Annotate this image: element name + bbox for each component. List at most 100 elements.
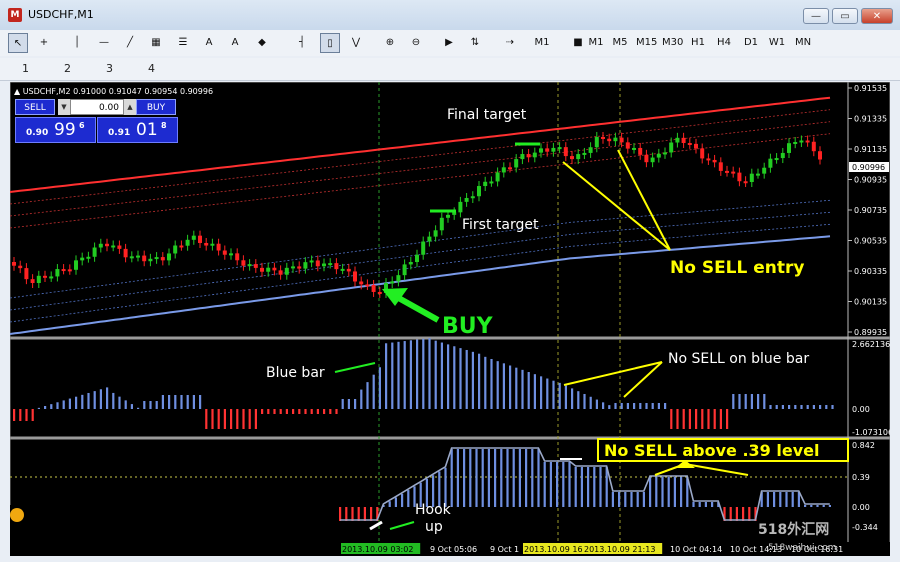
- indicator1-bar: [620, 403, 623, 409]
- toolbar-button-18[interactable]: M1: [532, 33, 552, 53]
- indicator1-bar: [602, 402, 605, 409]
- candle-body: [136, 255, 140, 258]
- price-tick-label: 0.90135: [854, 298, 887, 307]
- toolbar-button-0[interactable]: ↖: [8, 33, 28, 53]
- chart-tab-2[interactable]: 2: [64, 62, 71, 75]
- indicator2-bar: [791, 492, 794, 507]
- close-button[interactable]: ✕: [861, 8, 893, 24]
- toolbar-button-10[interactable]: ┤: [292, 33, 312, 53]
- toolbar-button-14[interactable]: ⊖: [406, 33, 426, 53]
- candle-body: [284, 267, 289, 275]
- candle-body: [805, 140, 810, 143]
- lot-increase-arrow-icon[interactable]: ▲: [124, 99, 136, 115]
- candle-body: [322, 263, 326, 267]
- toolbar-button-2[interactable]: │: [67, 33, 87, 53]
- candle-body: [743, 181, 748, 184]
- toolbar-button-17[interactable]: ⇢: [500, 33, 520, 53]
- indicator1-bar: [564, 385, 567, 409]
- buy-price-button[interactable]: 0.91 01 8: [97, 117, 178, 143]
- candle-body: [390, 281, 395, 284]
- indicator1-bar: [211, 409, 214, 429]
- candle-body: [501, 167, 506, 173]
- toolbar-button-4[interactable]: ╱: [120, 33, 140, 53]
- sell-price-button[interactable]: 0.90 99 6: [15, 117, 96, 143]
- indicator1-bar: [298, 409, 301, 414]
- toolbar-button-6[interactable]: ☰: [173, 33, 193, 53]
- candle-body: [340, 268, 345, 271]
- chart-tab-1[interactable]: 1: [22, 62, 29, 75]
- candle-body: [594, 136, 599, 148]
- toolbar-button-16[interactable]: ⇅: [465, 33, 485, 53]
- lot-size-field[interactable]: 0.00: [70, 99, 124, 115]
- candle-body: [675, 137, 680, 143]
- indicator1-bar: [347, 399, 350, 409]
- indicator2-bar: [500, 449, 503, 507]
- time-axis-label: 2013.10.09 16: [524, 545, 583, 554]
- toolbar-button-11[interactable]: ▯: [320, 33, 340, 53]
- candle-body: [297, 266, 302, 269]
- chart-canvas[interactable]: ▲ USDCHF,M2 0.91000 0.91047 0.90954 0.90…: [10, 82, 890, 556]
- chart-area[interactable]: ▲ USDCHF,M2 0.91000 0.91047 0.90954 0.90…: [10, 82, 890, 556]
- indicator1-bar: [19, 409, 22, 421]
- toolbar-button-28[interactable]: MN: [793, 33, 813, 53]
- toolbar-button-7[interactable]: A: [199, 33, 219, 53]
- indicator2-bar: [611, 492, 614, 507]
- candle-body: [309, 260, 314, 263]
- sell-price-pip: 6: [79, 121, 85, 130]
- time-axis-label: 2013.10.09 03:02: [342, 545, 413, 554]
- minimize-button[interactable]: —: [803, 8, 829, 24]
- buy-price-pip: 8: [161, 121, 167, 130]
- toolbar-button-23[interactable]: M30: [662, 33, 683, 53]
- toolbar-button-20[interactable]: M1: [586, 33, 606, 53]
- toolbar-button-21[interactable]: M5: [610, 33, 630, 53]
- candle-body: [61, 269, 66, 272]
- chart-tab-4[interactable]: 4: [148, 62, 155, 75]
- indicator2-bar: [518, 449, 521, 507]
- toolbar-button-12[interactable]: ⋁: [346, 33, 366, 53]
- candle-body: [663, 152, 667, 155]
- indicator1-bar: [657, 403, 660, 409]
- toolbar-button-3[interactable]: —: [94, 33, 114, 53]
- indicator1-bar: [688, 409, 691, 429]
- indicator1-bar: [478, 353, 481, 409]
- candle-body: [74, 260, 78, 270]
- toolbar-button-1[interactable]: +: [34, 33, 54, 53]
- indicator1-bar: [558, 382, 561, 409]
- indicator1-bar: [515, 367, 518, 409]
- indicator2-bar: [407, 490, 410, 507]
- candle-body: [694, 143, 698, 149]
- toolbar-button-19[interactable]: ■: [568, 33, 588, 53]
- indicator1-bar: [267, 409, 270, 414]
- toolbar-button-9[interactable]: ◆: [252, 33, 272, 53]
- sell-button[interactable]: SELL: [15, 99, 55, 115]
- indicator2-bar: [661, 477, 664, 507]
- candle-body: [12, 262, 16, 266]
- indicator1-bar: [31, 409, 34, 421]
- candle-body: [681, 137, 686, 143]
- toolbar-button-8[interactable]: A: [225, 33, 245, 53]
- toolbar-button-24[interactable]: H1: [688, 33, 708, 53]
- toolbar-button-13[interactable]: ⊕: [380, 33, 400, 53]
- buy-button[interactable]: BUY: [136, 99, 176, 115]
- toolbar-button-5[interactable]: ▦: [146, 33, 166, 53]
- indicator1-bar: [763, 394, 766, 409]
- indicator1-bar: [279, 409, 282, 414]
- indicator2-bar: [667, 477, 670, 507]
- toolbar-button-22[interactable]: M15: [636, 33, 657, 53]
- indicator2-bar: [711, 502, 714, 507]
- candle-body: [402, 264, 407, 276]
- restore-button[interactable]: ▭: [832, 8, 858, 24]
- toolbar-button-27[interactable]: W1: [767, 33, 787, 53]
- lot-decrease-arrow-icon[interactable]: ▼: [58, 99, 70, 115]
- price-tick-label: 0.90935: [854, 176, 887, 185]
- candle-body: [644, 154, 649, 163]
- candle-body: [30, 279, 35, 284]
- candle-body: [36, 275, 41, 284]
- chart-tab-3[interactable]: 3: [106, 62, 113, 75]
- toolbar-button-26[interactable]: D1: [741, 33, 761, 53]
- price-tick-label: 0.91135: [854, 145, 887, 154]
- toolbar-button-15[interactable]: ▶: [439, 33, 459, 53]
- toolbar-button-25[interactable]: H4: [714, 33, 734, 53]
- candle-body: [154, 257, 159, 260]
- indicator2-bar: [506, 449, 509, 507]
